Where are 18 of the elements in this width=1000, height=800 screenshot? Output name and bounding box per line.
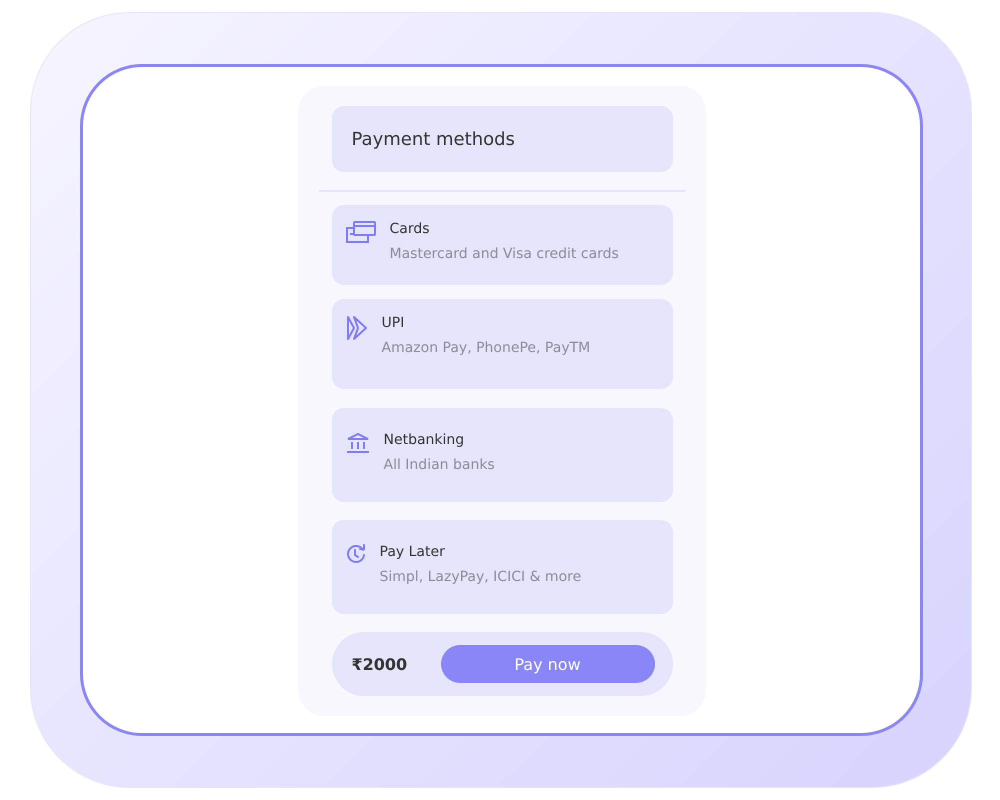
- method-description: Amazon Pay, PhonePe, PayTM: [382, 340, 590, 356]
- double-arrow-icon: [346, 315, 368, 341]
- payment-method-option[interactable]: UPI Amazon Pay, PhonePe, PayTM: [332, 299, 672, 389]
- header-title: Payment methods: [332, 106, 672, 172]
- total-amount: ₹2000: [352, 654, 408, 674]
- payment-method-option[interactable]: Netbanking All Indian banks: [332, 408, 672, 502]
- method-title: Netbanking: [384, 432, 466, 448]
- bank-icon: [346, 432, 370, 454]
- clock-refresh-icon: [346, 544, 366, 564]
- method-description: Simpl, LazyPay, ICICI & more: [380, 569, 582, 585]
- method-description: All Indian banks: [384, 457, 495, 473]
- method-title: Pay Later: [380, 544, 446, 560]
- credit-card-icon: [346, 221, 376, 243]
- method-title: Cards: [390, 221, 431, 237]
- payment-method-option[interactable]: Pay Later Simpl, LazyPay, ICICI & more: [332, 520, 672, 614]
- method-description: Mastercard and Visa credit cards: [390, 246, 619, 262]
- method-title: UPI: [382, 315, 406, 331]
- payment-method-option[interactable]: Cards Mastercard and Visa credit cards: [332, 205, 672, 285]
